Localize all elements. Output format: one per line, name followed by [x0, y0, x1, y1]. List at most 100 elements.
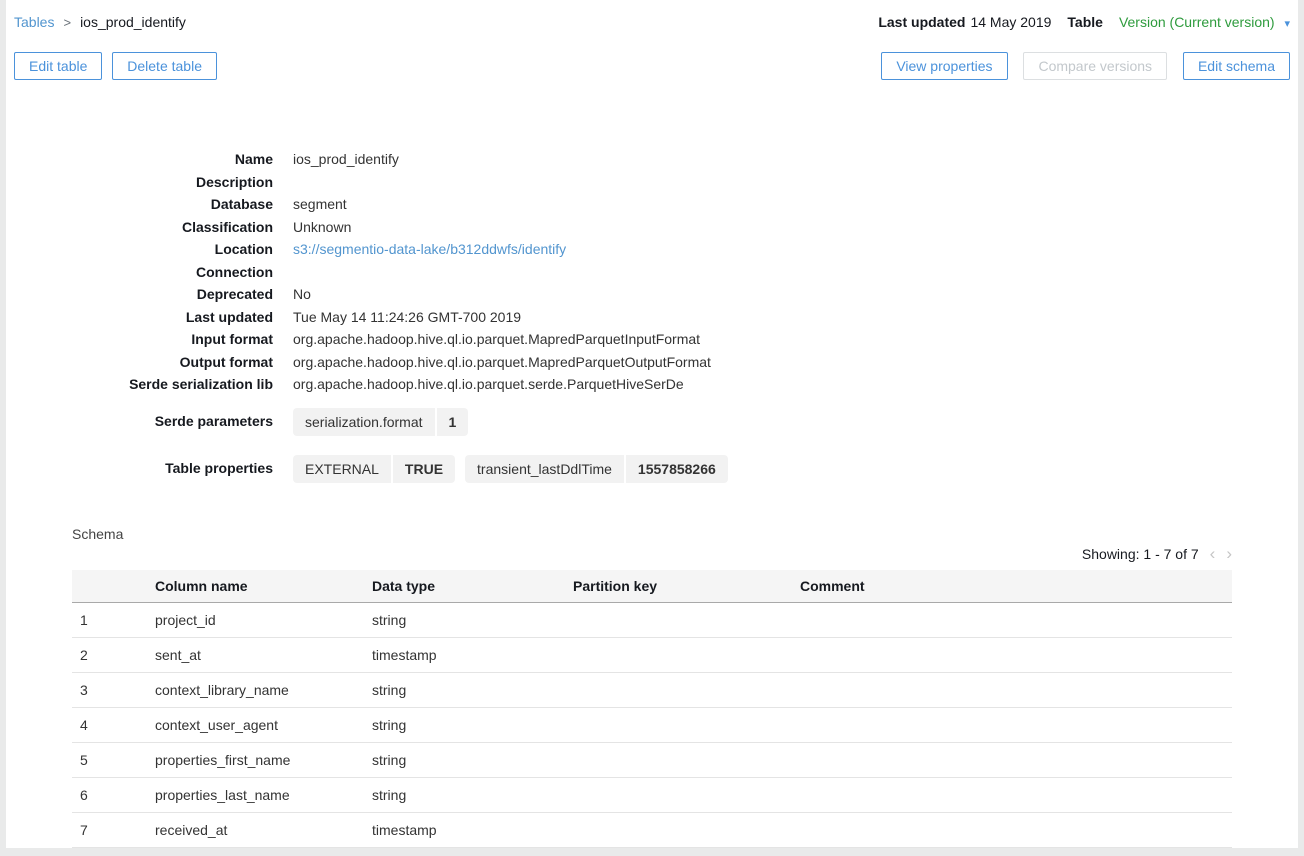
serde-parameters-row: Serde parameters serialization.format 1: [6, 408, 1298, 436]
table-properties-pills: EXTERNAL TRUE transient_lastDdlTime 1557…: [293, 455, 728, 483]
cell-column-name: context_user_agent: [155, 708, 372, 743]
detail-row-last-updated: Last updated Tue May 14 11:24:26 GMT-700…: [6, 306, 1298, 329]
detail-label: Deprecated: [6, 283, 273, 306]
breadcrumb-separator-icon: >: [63, 15, 71, 30]
cell-data-type: string: [372, 603, 573, 638]
detail-value: Unknown: [293, 216, 351, 239]
detail-row-location: Location s3://segmentio-data-lake/b312dd…: [6, 238, 1298, 261]
detail-label: Classification: [6, 216, 273, 239]
cell-index: 4: [72, 708, 155, 743]
detail-label: Last updated: [6, 306, 273, 329]
detail-value: org.apache.hadoop.hive.ql.io.parquet.Map…: [293, 328, 700, 351]
chevron-right-icon[interactable]: ›: [1226, 547, 1232, 561]
table-details-list: Name ios_prod_identify Description Datab…: [6, 148, 1298, 483]
cell-data-type: string: [372, 778, 573, 813]
actions-row: Edit table Delete table View properties …: [6, 52, 1298, 80]
detail-row-database: Database segment: [6, 193, 1298, 216]
right-button-group: View properties Compare versions Edit sc…: [869, 52, 1290, 80]
table-row: 5 properties_first_name string: [72, 743, 1232, 778]
schema-section-title: Schema: [72, 526, 1232, 542]
view-properties-button[interactable]: View properties: [881, 52, 1007, 80]
cell-partition-key: [573, 673, 800, 708]
table-row: 2 sent_at timestamp: [72, 638, 1232, 673]
cell-data-type: timestamp: [372, 638, 573, 673]
cell-comment: [800, 813, 1232, 848]
breadcrumb: Tables > ios_prod_identify: [14, 14, 186, 30]
param-key: serialization.format: [293, 408, 435, 436]
page-header: Tables > ios_prod_identify Last updated …: [6, 0, 1298, 30]
cell-comment: [800, 743, 1232, 778]
table-property-pill: transient_lastDdlTime 1557858266: [465, 455, 728, 483]
table-properties-label: Table properties: [6, 457, 273, 480]
table-row: 1 project_id string: [72, 603, 1232, 638]
header-partition-key: Partition key: [573, 570, 800, 603]
param-key: EXTERNAL: [293, 455, 391, 483]
table-label: Table: [1067, 14, 1103, 30]
compare-versions-button: Compare versions: [1023, 52, 1167, 80]
detail-row-output-format: Output format org.apache.hadoop.hive.ql.…: [6, 351, 1298, 374]
cell-index: 7: [72, 813, 155, 848]
cell-data-type: string: [372, 708, 573, 743]
detail-label: Connection: [6, 261, 273, 284]
delete-table-button[interactable]: Delete table: [112, 52, 217, 80]
detail-label: Name: [6, 148, 273, 171]
detail-value: org.apache.hadoop.hive.ql.io.parquet.ser…: [293, 373, 684, 396]
param-value: TRUE: [393, 455, 455, 483]
cell-comment: [800, 603, 1232, 638]
chevron-left-icon[interactable]: ‹: [1210, 547, 1216, 561]
schema-header-row: Column name Data type Partition key Comm…: [72, 570, 1232, 603]
header-column-name: Column name: [155, 570, 372, 603]
table-property-pill: EXTERNAL TRUE: [293, 455, 455, 483]
cell-partition-key: [573, 743, 800, 778]
cell-comment: [800, 708, 1232, 743]
cell-partition-key: [573, 638, 800, 673]
header-index: [72, 570, 155, 603]
table-row: 4 context_user_agent string: [72, 708, 1232, 743]
cell-data-type: timestamp: [372, 813, 573, 848]
cell-partition-key: [573, 813, 800, 848]
edit-schema-button[interactable]: Edit schema: [1183, 52, 1290, 80]
cell-comment: [800, 673, 1232, 708]
cell-index: 1: [72, 603, 155, 638]
location-s3-link[interactable]: s3://segmentio-data-lake/b312ddwfs/ident…: [293, 238, 566, 261]
detail-row-description: Description: [6, 171, 1298, 194]
cell-partition-key: [573, 708, 800, 743]
header-comment: Comment: [800, 570, 1232, 603]
last-updated-label: Last updated: [878, 14, 965, 30]
param-value: 1557858266: [626, 455, 728, 483]
detail-label: Serde serialization lib: [6, 373, 273, 396]
detail-value: segment: [293, 193, 347, 216]
table-properties-row: Table properties EXTERNAL TRUE transient…: [6, 455, 1298, 483]
detail-label: Database: [6, 193, 273, 216]
detail-row-name: Name ios_prod_identify: [6, 148, 1298, 171]
cell-comment: [800, 638, 1232, 673]
detail-row-connection: Connection: [6, 261, 1298, 284]
cell-data-type: string: [372, 743, 573, 778]
breadcrumb-tables-link[interactable]: Tables: [14, 14, 54, 30]
cell-column-name: project_id: [155, 603, 372, 638]
param-value: 1: [437, 408, 469, 436]
header-meta: Last updated 14 May 2019 Table Version (…: [878, 14, 1290, 30]
cell-column-name: properties_first_name: [155, 743, 372, 778]
edit-table-button[interactable]: Edit table: [14, 52, 102, 80]
cell-index: 2: [72, 638, 155, 673]
detail-value: ios_prod_identify: [293, 148, 399, 171]
chevron-down-icon: ▾: [1284, 17, 1290, 30]
version-dropdown-label: Version (Current version): [1119, 14, 1275, 30]
detail-row-input-format: Input format org.apache.hadoop.hive.ql.i…: [6, 328, 1298, 351]
cell-index: 5: [72, 743, 155, 778]
version-dropdown[interactable]: Version (Current version) ▾: [1119, 14, 1290, 30]
detail-label: Output format: [6, 351, 273, 374]
serde-parameter-pill: serialization.format 1: [293, 408, 468, 436]
cell-column-name: sent_at: [155, 638, 372, 673]
schema-table-body: 1 project_id string 2 sent_at timestamp …: [72, 603, 1232, 848]
table-row: 7 received_at timestamp: [72, 813, 1232, 848]
breadcrumb-current-table: ios_prod_identify: [80, 14, 186, 30]
detail-label: Location: [6, 238, 273, 261]
detail-label: Description: [6, 171, 273, 194]
schema-table-header: Column name Data type Partition key Comm…: [72, 570, 1232, 603]
left-button-group: Edit table Delete table: [14, 52, 223, 80]
schema-table: Column name Data type Partition key Comm…: [72, 570, 1232, 849]
cell-column-name: properties_last_name: [155, 778, 372, 813]
table-details-page: Tables > ios_prod_identify Last updated …: [6, 0, 1298, 848]
